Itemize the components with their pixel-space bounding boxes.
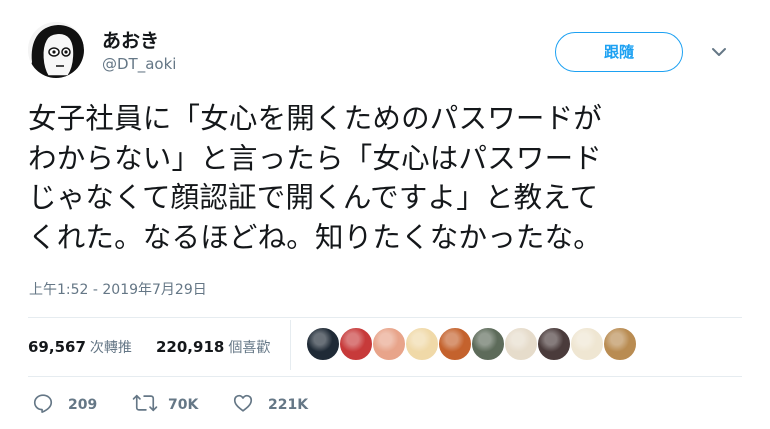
heart-icon: [233, 394, 253, 412]
chevron-down-icon[interactable]: [709, 42, 729, 62]
reply-button[interactable]: 209: [32, 392, 112, 418]
reply-icon: [33, 394, 53, 413]
divider: [28, 317, 742, 318]
liker-avatar-3[interactable]: [372, 327, 406, 361]
retweet-count: 70K: [168, 397, 199, 413]
tweet-text: 女子社員に「女心を開くためのパスワードが わからない」と言ったら「女心はパスワー…: [28, 102, 603, 254]
like-stat-label: 個喜歡: [228, 340, 271, 356]
retweet-stat-label: 次轉推: [89, 340, 132, 356]
retweet-stat-count: 69,567: [28, 338, 86, 356]
tweet-timestamp[interactable]: 上午1:52 - 2019年7月29日: [29, 279, 207, 299]
like-button[interactable]: 221K: [232, 392, 322, 418]
follow-button[interactable]: 跟隨: [555, 32, 683, 72]
stats-separator: [290, 320, 291, 370]
tweet-stats: 69,567 次轉推 220,918 個喜歡: [28, 320, 742, 370]
liker-avatar-4[interactable]: [405, 327, 439, 361]
retweet-button[interactable]: 70K: [132, 392, 222, 418]
like-stat[interactable]: 220,918 個喜歡: [156, 337, 270, 357]
author-display-name[interactable]: あおき: [102, 26, 159, 53]
like-count: 221K: [268, 397, 309, 413]
liker-avatar-2[interactable]: [339, 327, 373, 361]
author-handle[interactable]: @DT_aoki: [102, 55, 176, 73]
liker-avatar-10[interactable]: [603, 327, 637, 361]
tweet-actions: 209 70K 221K: [28, 388, 528, 424]
avatar-illustration: [28, 22, 84, 78]
liker-avatar-8[interactable]: [537, 327, 571, 361]
liker-avatar-6[interactable]: [471, 327, 505, 361]
divider: [28, 376, 742, 377]
liker-avatar-7[interactable]: [504, 327, 538, 361]
liker-avatar-5[interactable]: [438, 327, 472, 361]
retweet-stat[interactable]: 69,567 次轉推: [28, 337, 132, 357]
liker-avatar-1[interactable]: [306, 327, 340, 361]
tweet-header: あおき @DT_aoki 跟隨: [28, 22, 742, 78]
like-stat-count: 220,918: [156, 338, 225, 356]
retweet-icon: [132, 394, 158, 412]
reply-count: 209: [68, 397, 98, 413]
liker-avatar-9[interactable]: [570, 327, 604, 361]
avatar[interactable]: [28, 22, 84, 78]
